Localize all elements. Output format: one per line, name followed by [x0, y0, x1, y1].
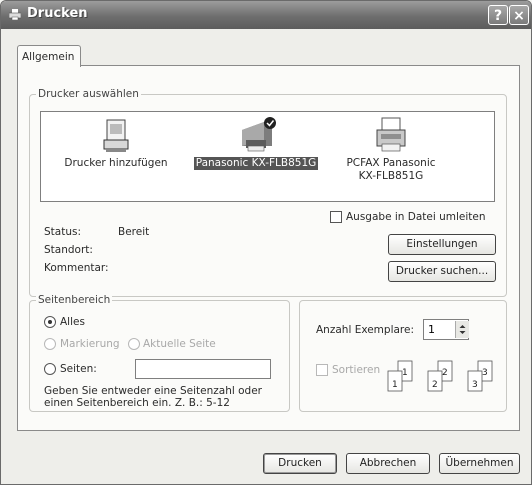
status-label: Status:: [44, 226, 81, 238]
collate-page-number: 2: [442, 368, 448, 378]
find-printer-button[interactable]: Drucker suchen...: [388, 261, 496, 282]
print-to-file-label: Ausgabe in Datei umleiten: [346, 211, 486, 223]
select-printer-group: Drucker auswählen Drucker hinzufügen Pan…: [29, 88, 507, 297]
all-pages-radio[interactable]: [44, 316, 56, 328]
print-dialog: Drucken ? × Allgemein Drucker auswählen …: [0, 0, 532, 485]
selection-label: Markierung: [60, 338, 120, 350]
printer-item-label: Drucker hinzufügen: [64, 157, 168, 169]
printer-icon: [9, 9, 21, 20]
page-range-label: Seitenbereich: [36, 294, 113, 306]
cancel-button[interactable]: Abbrechen: [346, 453, 430, 474]
fax-printer-icon: [376, 117, 406, 152]
pages-label: Seiten:: [60, 363, 97, 375]
title-bar[interactable]: Drucken ? ×: [1, 1, 531, 29]
collate-page-number: 1: [402, 368, 408, 378]
copies-label: Anzahl Exemplare:: [316, 324, 415, 336]
settings-button[interactable]: Einstellungen: [388, 234, 496, 255]
printer-icon: [242, 117, 276, 152]
collate-page-number: 2: [432, 380, 438, 390]
collate-page-number: 3: [482, 368, 488, 378]
comment-label: Kommentar:: [44, 262, 109, 274]
page-range-hint-line2: einen Seitenbereich ein. Z. B.: 5-12: [44, 397, 230, 409]
pages-input[interactable]: [135, 359, 271, 379]
print-button[interactable]: Drucken: [263, 453, 337, 474]
collate-page-number: 3: [472, 380, 478, 390]
close-button[interactable]: ×: [509, 5, 529, 25]
copies-group: Anzahl Exemplare: Sortieren 1 1 2: [299, 300, 507, 412]
copies-spinner[interactable]: [455, 321, 469, 338]
page-range-hint-line1: Geben Sie entweder eine Seitenzahl oder: [44, 385, 262, 397]
printer-item-add[interactable]: Drucker hinzufügen: [61, 118, 171, 170]
select-printer-label: Drucker auswählen: [36, 88, 141, 100]
help-button[interactable]: ?: [488, 5, 508, 25]
page-range-group: Seitenbereich Alles Markierung Aktuelle …: [29, 294, 290, 412]
print-to-file-checkbox[interactable]: [330, 211, 342, 223]
collate-page-number: 1: [392, 380, 398, 390]
current-page-label: Aktuelle Seite: [143, 338, 216, 350]
printer-list[interactable]: Drucker hinzufügen Panasonic KX-FLB851G: [40, 111, 495, 202]
location-label: Standort:: [44, 244, 93, 256]
tab-general[interactable]: Allgemein: [17, 45, 81, 67]
status-value: Bereit: [118, 226, 150, 238]
pages-radio[interactable]: [44, 363, 56, 375]
printer-item-label: Panasonic KX-FLB851G: [193, 157, 319, 170]
all-pages-label: Alles: [60, 316, 85, 328]
tab-panel-general: Drucker auswählen Drucker hinzufügen Pan…: [17, 65, 520, 431]
current-page-radio[interactable]: [128, 338, 140, 350]
printer-item-label: PCFAX Panasonic KX-FLB851G: [346, 157, 436, 182]
printer-item-panasonic[interactable]: Panasonic KX-FLB851G: [191, 116, 321, 170]
printer-item-pcfax[interactable]: PCFAX Panasonic KX-FLB851G: [331, 116, 451, 183]
collate-checkbox[interactable]: [316, 364, 328, 376]
window-title: Drucken: [27, 6, 88, 21]
apply-button[interactable]: Übernehmen: [439, 453, 520, 474]
spinner-arrows-icon: [459, 325, 466, 334]
add-printer-icon: [103, 119, 129, 152]
collate-label: Sortieren: [332, 364, 381, 376]
selection-radio[interactable]: [44, 338, 56, 350]
collate-pages-icon: 1 1 2 2 3 3: [387, 360, 493, 392]
